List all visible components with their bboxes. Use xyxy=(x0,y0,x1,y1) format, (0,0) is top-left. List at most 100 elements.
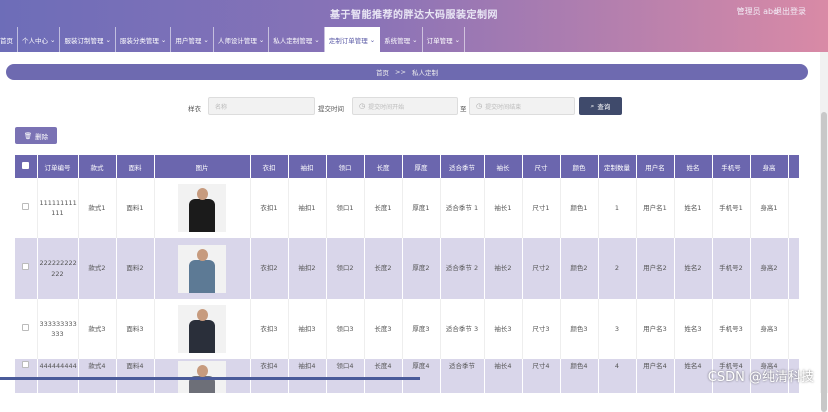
nav-item[interactable]: 私人定制管理 ⌄ xyxy=(269,27,325,52)
col-header: 衣扣 xyxy=(250,155,289,178)
select-all-checkbox[interactable] xyxy=(22,162,30,169)
product-image-cell xyxy=(154,238,251,299)
orders-table: 订单编号 款式 面料 图片 衣扣 袖扣 领口 长度 厚度 适合季节 袖长 尺寸 … xyxy=(15,155,799,393)
cell-username: 用户名3 xyxy=(636,299,675,359)
cell-buttons: 衣扣4 xyxy=(250,359,289,393)
select-all[interactable] xyxy=(15,155,38,178)
nav-item[interactable]: 服装分类管理 ⌄ xyxy=(116,27,172,52)
logout-link[interactable]: 退出登录 xyxy=(774,6,806,17)
cell-season: 适合季节 2 xyxy=(440,238,485,299)
row-select[interactable] xyxy=(15,178,38,238)
cell-length: 长度1 xyxy=(364,178,403,238)
chevron-down-icon: ⌄ xyxy=(314,35,320,44)
calendar-icon: ◷ xyxy=(359,102,366,110)
nav-item[interactable]: 个人中心 ⌄ xyxy=(18,27,61,52)
search-label-name: 样衣 xyxy=(188,105,201,113)
col-header: 袖扣 xyxy=(288,155,327,178)
app-title: 基于智能推荐的胖达大码服装定制网 xyxy=(330,10,498,21)
row-checkbox[interactable] xyxy=(22,263,30,271)
chevron-down-icon: ⌄ xyxy=(160,35,167,44)
row-select[interactable] xyxy=(15,238,38,299)
cell-name: 姓名2 xyxy=(674,238,713,299)
search-label-time: 提交时间 xyxy=(318,105,344,113)
cell-collar: 领口1 xyxy=(326,178,365,238)
table-row[interactable]: 222222222 222 款式2 面料2 衣扣2 袖扣2 领口2 长度2 厚度2 适合季节 2… xyxy=(15,238,799,299)
nav-item[interactable]: 订单管理 ⌄ xyxy=(423,27,466,52)
cell-cuff: 袖扣1 xyxy=(288,178,327,238)
scrollbar-thumb[interactable] xyxy=(0,377,420,380)
calendar-icon: ◷ xyxy=(476,102,483,110)
row-checkbox[interactable] xyxy=(22,361,30,368)
product-image-cell xyxy=(154,178,251,238)
table-row[interactable]: 333333333 333 款式3 面料3 衣扣3 袖扣3 领口3 长度3 厚度3 适合季节 3… xyxy=(15,299,799,359)
nav-item[interactable]: 系统管理 ⌄ xyxy=(380,27,423,52)
row-checkbox[interactable] xyxy=(22,202,30,210)
breadcrumb-current: 私人定制 xyxy=(411,69,438,77)
cell-season: 适合季节 xyxy=(440,359,485,393)
product-image xyxy=(178,184,226,232)
cell-collar: 领口3 xyxy=(326,299,365,359)
row-select[interactable] xyxy=(15,359,38,393)
cell-size: 尺寸1 xyxy=(522,178,561,238)
product-image-cell xyxy=(154,299,251,359)
col-header: 用户名 xyxy=(636,155,675,178)
cell-color: 颜色3 xyxy=(560,299,599,359)
cell-collar: 领口2 xyxy=(326,238,365,299)
start-time-input[interactable]: ◷ 提交时间开始 xyxy=(352,97,458,115)
cell-username: 用户名1 xyxy=(636,178,675,238)
cell-qty: 2 xyxy=(598,238,637,299)
table-row[interactable]: 111111111 111 款式1 面料1 衣扣1 袖扣1 领口1 长度1 厚度1 适合季节 1… xyxy=(15,178,799,238)
vertical-scrollbar[interactable] xyxy=(820,52,828,412)
horizontal-scrollbar[interactable] xyxy=(0,377,820,380)
cell-qty: 1 xyxy=(598,178,637,238)
cell-username: 用户名4 xyxy=(636,359,675,393)
chevron-down-icon: ⌄ xyxy=(203,35,209,44)
cell-style: 款式4 xyxy=(78,359,117,393)
delete-button[interactable]: 🗑 删除 xyxy=(15,127,57,144)
top-bar: 基于智能推荐的胖达大码服装定制网 管理员 abo 退出登录 首页 个人中心 ⌄ 服装… xyxy=(0,0,828,52)
nav-item[interactable]: 用户管理 ⌄ xyxy=(171,27,214,52)
nav-item[interactable]: 定制订单管理 ⌄ xyxy=(324,27,381,52)
col-header-extra xyxy=(788,155,799,178)
breadcrumb-home[interactable]: 首页 xyxy=(376,67,389,77)
cell-collar: 领口4 xyxy=(326,359,365,393)
cell-height: 身高1 xyxy=(750,178,789,238)
cell-fabric: 面料2 xyxy=(116,238,155,299)
nav-item[interactable]: 首页 xyxy=(0,27,18,52)
chevron-down-icon: ⌄ xyxy=(258,35,265,44)
nav-item[interactable]: 服装订制管理 ⌄ xyxy=(60,27,116,52)
cell-thickness: 厚度4 xyxy=(402,359,441,393)
cell-order: 111111111 111 xyxy=(37,178,79,238)
cell-qty: 3 xyxy=(598,299,637,359)
breadcrumb: 首页 >> 私人定制 xyxy=(6,64,808,80)
cell-extra xyxy=(788,299,799,359)
name-search-input[interactable]: 名称 xyxy=(208,97,315,115)
cell-order: 222222222 222 xyxy=(37,238,79,299)
cell-length: 长度4 xyxy=(364,359,403,393)
scrollbar-thumb[interactable] xyxy=(821,112,827,412)
cell-buttons: 衣扣1 xyxy=(250,178,289,238)
col-header: 款式 xyxy=(78,155,117,178)
cell-buttons: 衣扣3 xyxy=(250,299,289,359)
col-header: 颜色 xyxy=(560,155,599,178)
row-select[interactable] xyxy=(15,299,38,359)
cell-thickness: 厚度2 xyxy=(402,238,441,299)
cell-qty: 4 xyxy=(598,359,637,393)
cell-buttons: 衣扣2 xyxy=(250,238,289,299)
cell-size: 尺寸4 xyxy=(522,359,561,393)
end-time-input[interactable]: ◷ 提交时间结束 xyxy=(469,97,575,115)
row-checkbox[interactable] xyxy=(22,323,30,331)
col-header: 姓名 xyxy=(674,155,713,178)
search-button[interactable]: ⌕ 查询 xyxy=(579,97,622,115)
nav-item[interactable]: 人师设计管理 ⌄ xyxy=(214,27,270,52)
search-label-to: 至 xyxy=(460,105,467,113)
cell-sleeve: 袖长4 xyxy=(484,359,523,393)
cell-phone: 手机号1 xyxy=(712,178,751,238)
cell-height: 身高2 xyxy=(750,238,789,299)
cell-phone: 手机号2 xyxy=(712,238,751,299)
main-nav: 首页 个人中心 ⌄ 服装订制管理 ⌄ 服装分类管理 ⌄ 用户管理 ⌄ 人师设计管理 ⌄ 私人… xyxy=(0,27,828,52)
table-row[interactable]: 444444444 款式4 面料4 衣扣4 袖扣4 领口4 长度4 厚度4 适合季节 袖长4 尺寸4… xyxy=(15,359,799,393)
chevron-down-icon: ⌄ xyxy=(454,35,461,44)
col-header: 订单编号 xyxy=(37,155,79,178)
cell-thickness: 厚度1 xyxy=(402,178,441,238)
